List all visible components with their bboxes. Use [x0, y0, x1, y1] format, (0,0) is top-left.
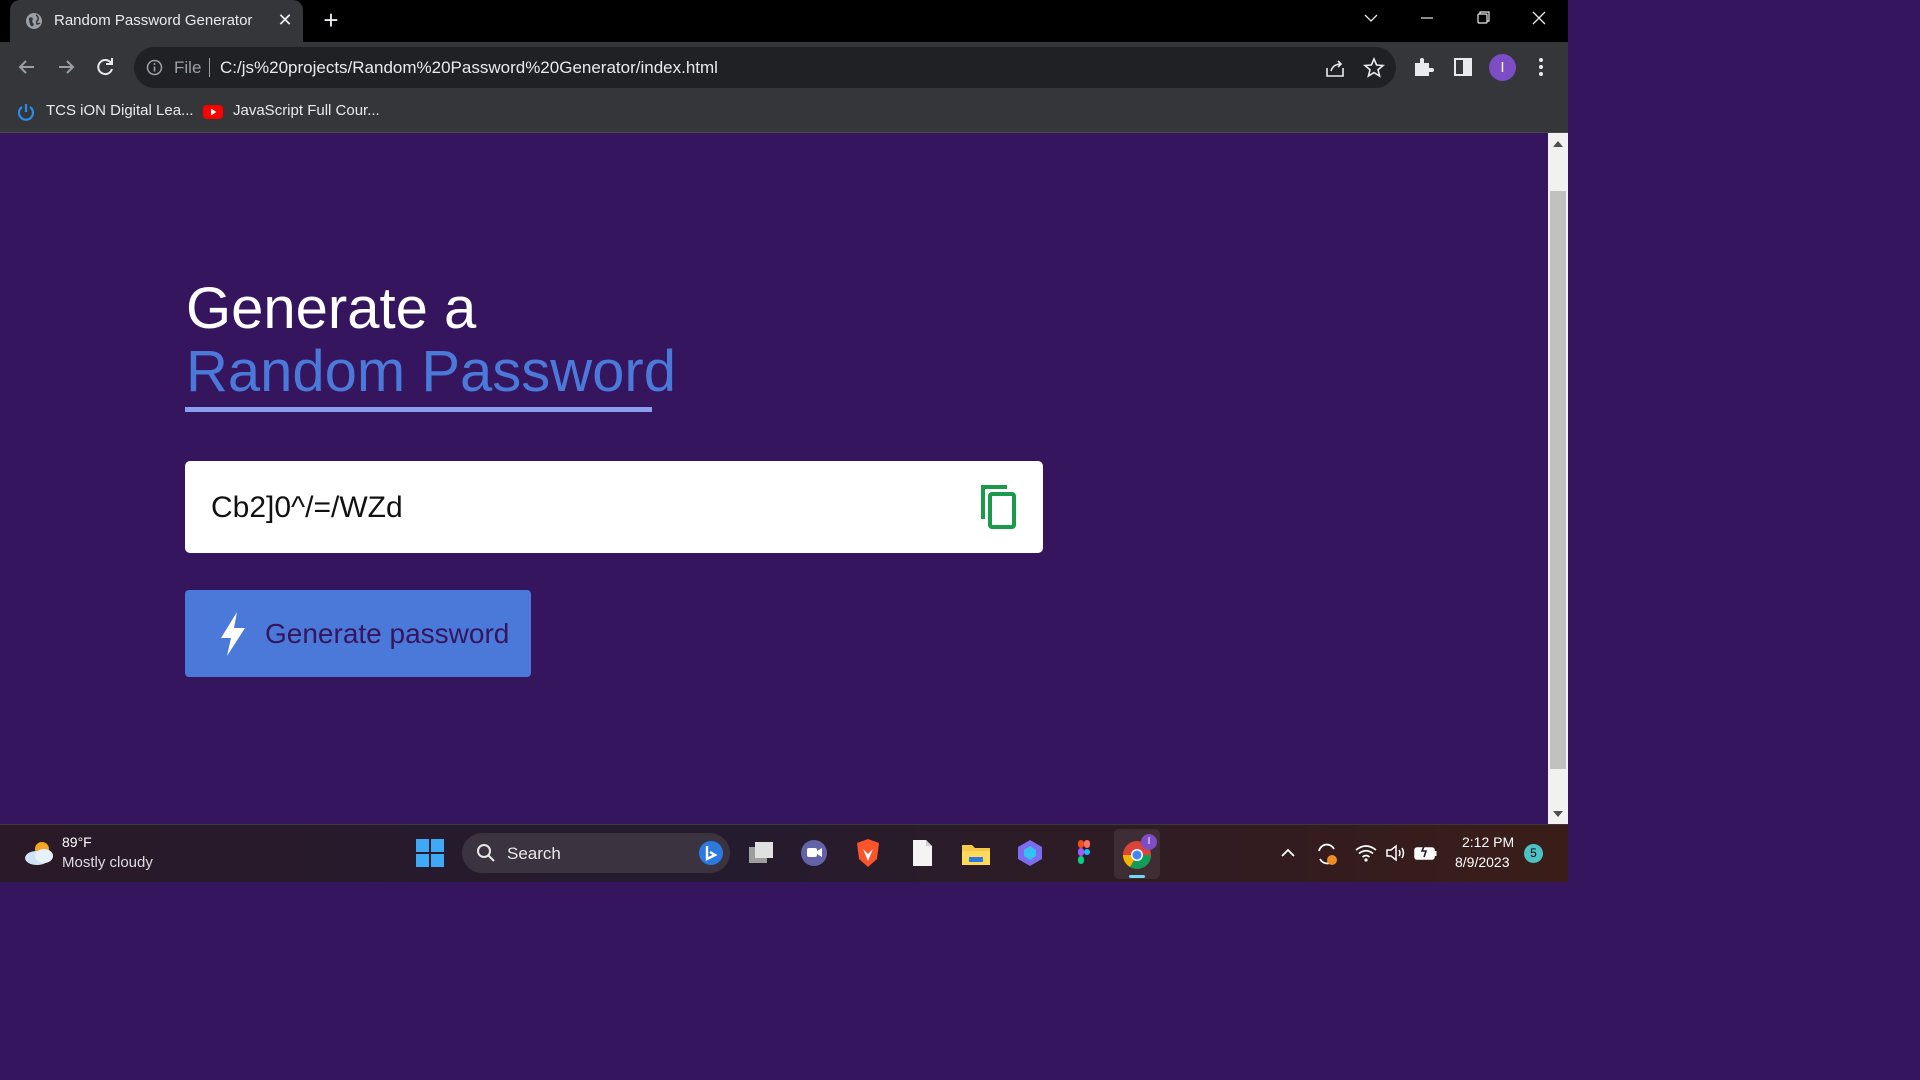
clock-time: 2:12 PM [1462, 834, 1515, 850]
address-scheme: File [174, 58, 202, 77]
globe-icon [26, 13, 42, 29]
active-indicator [1129, 875, 1145, 878]
bookmarks-bar: TCS iON Digital Lea... JavaScript Full C… [0, 92, 1568, 133]
brave-browser-icon[interactable] [852, 837, 884, 869]
page-scrollbar[interactable] [1548, 133, 1568, 824]
new-tab-button[interactable]: + [318, 7, 344, 34]
search-label: Search [507, 844, 561, 863]
notepad-file-icon[interactable] [906, 837, 938, 869]
tab-title: Random Password Generator [54, 12, 253, 29]
browser-toolbar: File C:/js%20projects/Random%20Password%… [0, 42, 1568, 92]
search-icon [477, 844, 495, 862]
side-panel-icon[interactable] [1451, 55, 1475, 79]
menu-dots-icon[interactable] [1529, 55, 1553, 79]
teams-chat-icon[interactable] [798, 837, 830, 869]
bing-icon[interactable] [698, 840, 724, 866]
copilot-icon[interactable] [1014, 837, 1046, 869]
bookmark-tcs-ion[interactable]: TCS iON Digital Lea... [16, 101, 194, 123]
close-window-icon[interactable] [1522, 4, 1556, 32]
tab-strip: Random Password Generator ✕ + [0, 0, 1568, 42]
wifi-icon[interactable] [1354, 843, 1378, 863]
heading-underline [185, 407, 652, 412]
weather-condition: Mostly cloudy [62, 854, 153, 871]
restore-icon[interactable] [1466, 4, 1500, 32]
reload-icon[interactable] [90, 52, 120, 82]
sync-icon[interactable] [1314, 841, 1340, 867]
task-view-icon[interactable] [745, 837, 777, 869]
address-url[interactable]: C:/js%20projects/Random%20Password%20Gen… [220, 58, 718, 78]
chevron-up-icon[interactable] [1278, 845, 1298, 861]
windows-taskbar: 89°F Mostly cloudy Search I 2:12 PM 8/9/… [0, 824, 1568, 882]
chrome-profile-badge: I [1141, 834, 1157, 850]
forward-icon[interactable] [51, 52, 81, 82]
address-bar[interactable]: File C:/js%20projects/Random%20Password%… [134, 47, 1396, 88]
bookmark-label: JavaScript Full Cour... [233, 102, 380, 119]
share-icon[interactable] [1323, 56, 1347, 80]
figma-icon[interactable] [1068, 837, 1100, 869]
profile-avatar[interactable]: I [1489, 54, 1516, 81]
bookmark-label: TCS iON Digital Lea... [46, 102, 194, 119]
tab-search-icon[interactable] [1354, 4, 1388, 32]
heading-line-2: Random Password [186, 339, 676, 404]
scrollbar-thumb[interactable] [1550, 191, 1566, 769]
generate-password-button[interactable]: Generate password [185, 590, 531, 677]
heading-line-1: Generate a [186, 276, 477, 341]
notification-badge[interactable]: 5 [1524, 844, 1543, 863]
power-icon [17, 104, 35, 121]
info-icon[interactable] [146, 59, 163, 76]
bookmark-javascript-course[interactable]: JavaScript Full Cour... [203, 101, 380, 123]
page-viewport: Generate a Random Password Cb2]0^/=/WZd … [0, 133, 1548, 824]
scroll-up-arrow-icon[interactable] [1553, 141, 1563, 147]
volume-icon[interactable] [1384, 843, 1408, 863]
password-display[interactable]: Cb2]0^/=/WZd [185, 461, 1043, 553]
minimize-icon[interactable] [1410, 4, 1444, 32]
generate-password-label: Generate password [265, 618, 510, 649]
password-value[interactable]: Cb2]0^/=/WZd [211, 491, 403, 525]
bookmark-star-icon[interactable] [1362, 56, 1386, 80]
battery-charging-icon[interactable] [1413, 843, 1439, 863]
chrome-taskbar-button[interactable]: I [1114, 829, 1160, 879]
address-separator [209, 58, 210, 77]
file-explorer-icon[interactable] [960, 837, 992, 869]
tab-active[interactable]: Random Password Generator ✕ [10, 0, 303, 42]
cloudy-weather-icon [25, 842, 53, 865]
extensions-icon[interactable] [1411, 55, 1435, 79]
scroll-down-arrow-icon[interactable] [1553, 811, 1563, 817]
taskbar-search[interactable]: Search [462, 833, 730, 873]
copy-icon[interactable] [979, 483, 1019, 531]
youtube-icon [203, 105, 223, 119]
tab-close-icon[interactable]: ✕ [275, 10, 295, 30]
lightning-icon [221, 612, 245, 656]
clock-date: 8/9/2023 [1455, 854, 1510, 870]
back-icon[interactable] [12, 52, 42, 82]
weather-temperature: 89°F [62, 834, 92, 850]
windows-start-icon[interactable] [414, 837, 446, 869]
